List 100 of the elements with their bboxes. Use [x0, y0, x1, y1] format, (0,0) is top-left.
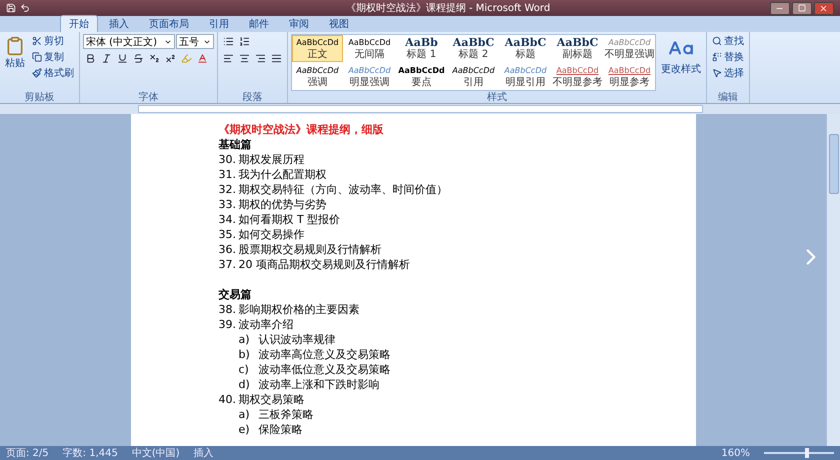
- style-sample: AaBbCcDd: [504, 65, 547, 77]
- list-item-text: 波动率介绍: [238, 317, 294, 332]
- list-number: 32.: [218, 182, 237, 197]
- style-option[interactable]: AaBbCcDd 正文: [292, 35, 343, 62]
- subscript-icon: [149, 53, 160, 64]
- list-item-text: 如何交易操作: [238, 227, 304, 242]
- list-number: 34.: [218, 212, 237, 227]
- list-item-text: 波动率高位意义及交易策略: [258, 347, 390, 362]
- style-sample: AaBbCcDd: [296, 37, 339, 48]
- list-item-text: 影响期权价格的主要因素: [238, 302, 360, 317]
- list-item-text: 如何看期权 T 型报价: [238, 212, 340, 227]
- close-button[interactable]: [814, 2, 834, 14]
- close-icon: [819, 4, 828, 12]
- style-sample: AaBb: [405, 37, 438, 49]
- maximize-icon: [798, 4, 806, 12]
- style-label: 副标题: [562, 49, 592, 60]
- list-item-text: 保险策略: [258, 422, 302, 437]
- style-sample: AaBbCcDd: [348, 65, 391, 77]
- minimize-button[interactable]: [770, 2, 790, 14]
- align-right-icon: [255, 53, 266, 64]
- superscript-icon: [165, 53, 176, 64]
- list-letter: d): [238, 377, 251, 392]
- list-item-text: 我为什么配置期权: [238, 167, 326, 182]
- insert-mode: 插入: [194, 446, 214, 460]
- style-label: 不明显参考: [552, 77, 602, 88]
- list-item-text: 三板斧策略: [258, 407, 314, 422]
- select-button[interactable]: 选择: [710, 66, 746, 80]
- section-heading: 交易篇: [218, 287, 252, 302]
- style-label: 无间隔: [354, 49, 384, 60]
- copy-icon: [32, 52, 42, 62]
- list-letter: c): [238, 362, 250, 377]
- list-item-text: 认识波动率规律: [258, 332, 336, 347]
- maximize-button[interactable]: [792, 2, 812, 14]
- replace-button[interactable]: 替换: [710, 50, 746, 64]
- ribbon-tab[interactable]: 视图: [320, 15, 358, 32]
- group-label: 样式: [486, 92, 508, 103]
- scrollbar-thumb[interactable]: [828, 134, 838, 194]
- style-label: 强调: [308, 77, 328, 88]
- list-number: 40.: [218, 392, 237, 407]
- list-number: 31.: [218, 167, 237, 182]
- font-size-field[interactable]: 五号: [176, 34, 214, 49]
- group-label: 段落: [242, 92, 264, 103]
- italic-icon: [101, 53, 112, 64]
- ribbon-tab[interactable]: 邮件: [240, 15, 278, 32]
- style-label: 明显引用: [506, 77, 546, 88]
- style-label: 标题 2: [458, 49, 488, 60]
- ribbon-tab[interactable]: 审阅: [280, 15, 318, 32]
- section-heading: 基础篇: [218, 137, 252, 152]
- ribbon-tab[interactable]: 插入: [100, 15, 138, 32]
- window-title: 《期权时空战法》课程提纲 - Microsoft Word: [346, 2, 550, 15]
- underline-icon: [117, 53, 128, 64]
- list-letter: e): [238, 422, 251, 437]
- style-sample: AaBbCcDd: [608, 37, 651, 49]
- change-styles-button[interactable]: 更改样式: [659, 34, 703, 78]
- zoom-level: 160%: [721, 448, 750, 458]
- list-item-text: 期权交易策略: [238, 392, 304, 407]
- language-indicator: 中文(中国): [132, 446, 180, 460]
- list-letter: a): [238, 332, 251, 347]
- list-item-text: 期权交易特征（方向、波动率、时间价值）: [238, 182, 448, 197]
- justify-icon: [271, 53, 282, 64]
- format-painter-button[interactable]: 格式刷: [30, 66, 76, 80]
- style-sample: AaBbCcDd: [296, 65, 339, 77]
- find-button[interactable]: 查找: [710, 34, 746, 48]
- align-center-icon: [239, 53, 250, 64]
- list-number: 33.: [218, 197, 237, 212]
- scissors-icon: [32, 36, 42, 46]
- ribbon-tab[interactable]: 引用: [200, 15, 238, 32]
- style-sample: AaBbCcDd: [608, 65, 651, 76]
- font-name-field[interactable]: 宋体 (中文正文): [83, 34, 175, 49]
- page-count: 页面: 2/5: [6, 447, 49, 460]
- search-icon: [712, 36, 722, 46]
- cut-button[interactable]: 剪切: [30, 34, 76, 48]
- bold-icon: [85, 53, 96, 64]
- bullet-list-icon: [223, 36, 234, 47]
- group-label: 字体: [138, 92, 160, 103]
- ribbon-tab[interactable]: 开始: [60, 15, 98, 32]
- style-label: 标题: [516, 49, 536, 60]
- undo-icon[interactable]: [20, 3, 30, 13]
- zoom-slider-thumb[interactable]: [805, 448, 810, 458]
- list-letter: b): [238, 347, 251, 362]
- style-label: 不明显强调: [604, 49, 654, 60]
- pointer-icon: [712, 68, 722, 78]
- style-sample: AaBbCcDd: [348, 37, 391, 49]
- list-item-text: 期权的优势与劣势: [238, 197, 326, 212]
- numbered-list-icon: [239, 36, 250, 47]
- style-sample: AaBbCcDd: [556, 65, 599, 76]
- highlighter-icon: [181, 53, 192, 64]
- group-label: 剪贴板: [24, 92, 56, 103]
- replace-icon: [712, 52, 722, 62]
- list-number: 35.: [218, 227, 237, 242]
- style-label: 正文: [308, 49, 328, 60]
- copy-button[interactable]: 复制: [30, 50, 76, 64]
- list-number: 36.: [218, 242, 237, 257]
- save-icon[interactable]: [6, 3, 16, 13]
- ribbon-tab[interactable]: 页面布局: [140, 15, 198, 32]
- list-item-text: 股票期权交易规则及行情解析: [238, 242, 382, 257]
- paste-button[interactable]: 粘贴: [3, 34, 27, 72]
- style-sample: AaBbC: [556, 37, 598, 49]
- paintbrush-icon: [32, 68, 42, 78]
- list-number: 38.: [218, 302, 237, 317]
